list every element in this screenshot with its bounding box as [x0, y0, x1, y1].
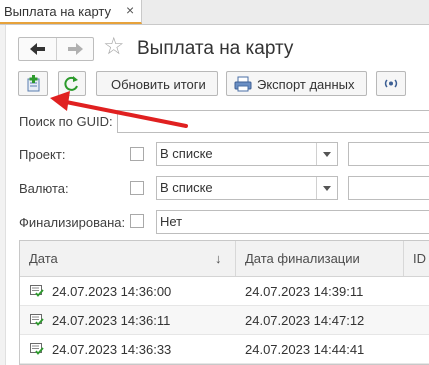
dropdown-button[interactable]: [316, 177, 337, 199]
table-row[interactable]: 24.07.2023 14:36:33 24.07.2023 14:44:41: [20, 335, 429, 364]
table-header: Дата ↓ Дата финализации ID: [20, 241, 429, 277]
column-divider[interactable]: [235, 241, 236, 276]
refresh-icon: [64, 76, 78, 91]
favorite-star-icon[interactable]: ☆: [103, 33, 125, 61]
cell-finalization-date: 24.07.2023 14:47:12: [245, 313, 365, 328]
equipment-button[interactable]: [376, 71, 406, 96]
tab-bar: Выплата на карту ×: [0, 0, 429, 25]
dropdown-button[interactable]: [316, 143, 337, 165]
finalized-value-field[interactable]: Нет: [156, 210, 429, 234]
column-header-date[interactable]: Дата: [29, 251, 58, 266]
cell-date: 24.07.2023 14:36:11: [52, 313, 171, 328]
add-document-icon: [27, 75, 40, 92]
currency-filter-label: Валюта:: [19, 181, 69, 196]
cell-date: 24.07.2023 14:36:00: [52, 284, 172, 299]
cell-finalization-date: 24.07.2023 14:39:11: [245, 284, 364, 299]
column-header-id[interactable]: ID: [413, 251, 426, 266]
project-value-field[interactable]: [348, 142, 429, 166]
export-data-label: Экспорт данных: [257, 77, 355, 92]
guid-search-input[interactable]: [117, 110, 429, 133]
close-icon[interactable]: ×: [126, 2, 134, 18]
forward-button[interactable]: [57, 38, 94, 60]
project-comparison-select[interactable]: В списке: [156, 142, 338, 166]
back-button[interactable]: [19, 38, 57, 60]
cell-date: 24.07.2023 14:36:33: [52, 342, 172, 357]
project-filter-label: Проект:: [19, 147, 66, 162]
printer-export-icon: [234, 76, 252, 92]
table-row[interactable]: 24.07.2023 14:36:00 24.07.2023 14:39:11: [20, 277, 429, 306]
column-header-finalization-date[interactable]: Дата финализации: [245, 251, 360, 266]
arrow-right-icon: [68, 43, 83, 55]
column-divider[interactable]: [403, 241, 404, 276]
sort-descending-icon: ↓: [215, 251, 222, 266]
table-row[interactable]: 24.07.2023 14:36:11 24.07.2023 14:47:12: [20, 306, 429, 335]
finalized-filter-label: Финализирована:: [19, 215, 126, 230]
page-title: Выплата на карту: [137, 38, 294, 59]
currency-filter-checkbox[interactable]: [130, 181, 144, 195]
cell-finalization-date: 24.07.2023 14:44:41: [245, 342, 365, 357]
refresh-totals-button[interactable]: Обновить итоги: [96, 71, 218, 96]
posted-document-icon: [30, 285, 44, 297]
tab-title: Выплата на карту: [4, 4, 112, 19]
finalized-filter-checkbox[interactable]: [130, 214, 144, 228]
refresh-totals-label: Обновить итоги: [111, 77, 206, 92]
broadcast-icon: [384, 79, 398, 88]
export-data-button[interactable]: Экспорт данных: [226, 71, 367, 96]
arrow-left-icon: [30, 43, 45, 55]
chevron-down-icon: [323, 186, 331, 191]
refresh-button[interactable]: [58, 71, 86, 96]
payouts-table[interactable]: Дата ↓ Дата финализации ID 24.07.2023 14…: [19, 240, 429, 365]
create-button[interactable]: [18, 71, 48, 96]
navigation-buttons: [18, 37, 94, 61]
posted-document-icon: [30, 314, 44, 326]
posted-document-icon: [30, 343, 44, 355]
currency-comparison-select[interactable]: В списке: [156, 176, 338, 200]
project-filter-checkbox[interactable]: [130, 147, 144, 161]
guid-search-label: Поиск по GUID:: [19, 114, 113, 129]
left-panel-edge: [0, 25, 6, 365]
currency-value-field[interactable]: [348, 176, 429, 200]
tab-payout-to-card[interactable]: Выплата на карту ×: [0, 0, 142, 24]
chevron-down-icon: [323, 152, 331, 157]
